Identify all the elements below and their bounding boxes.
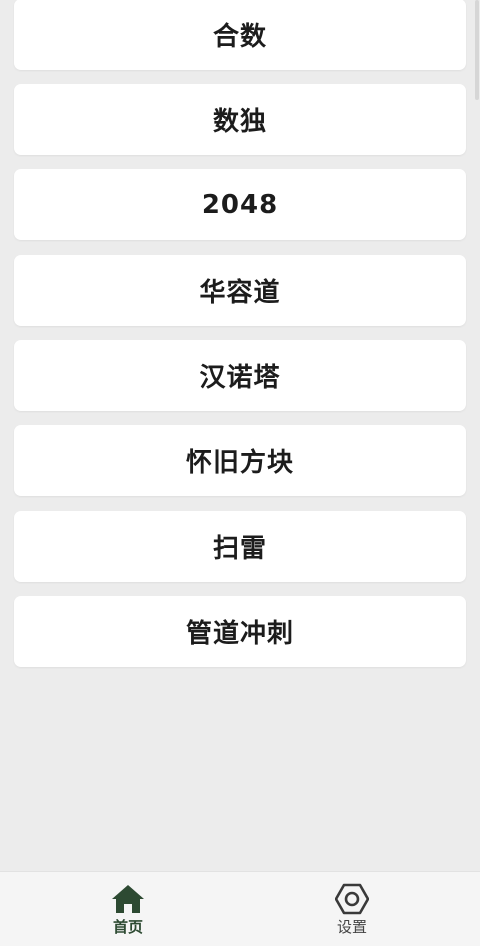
tab-settings[interactable]: 设置: [312, 882, 392, 942]
game-card-pipe-dash[interactable]: 管道冲刺: [14, 596, 466, 667]
game-card-label: 数独: [212, 107, 267, 137]
home-icon: [111, 882, 145, 916]
bottom-tab-bar: 首页 设置: [0, 871, 480, 946]
game-card-label: 2048: [201, 189, 279, 220]
game-card-minesweeper[interactable]: 扫雷: [14, 511, 466, 582]
game-card-huarongdao[interactable]: 华容道: [14, 255, 466, 326]
game-card-label: 华容道: [199, 278, 281, 308]
game-card-hanoi[interactable]: 汉诺塔: [14, 340, 466, 411]
game-card-label: 怀旧方块: [185, 448, 294, 478]
game-card-label: 管道冲刺: [185, 619, 294, 649]
game-card-2048[interactable]: 2048: [14, 169, 466, 240]
game-card-hecshu[interactable]: 合数: [14, 0, 466, 70]
tab-home[interactable]: 首页: [88, 882, 168, 942]
game-card-tetris[interactable]: 怀旧方块: [14, 425, 466, 496]
tab-settings-label: 设置: [336, 918, 367, 936]
game-card-label: 扫雷: [212, 534, 267, 564]
game-card-label: 合数: [212, 22, 267, 52]
scrollbar[interactable]: [475, 0, 479, 100]
tab-home-label: 首页: [112, 918, 143, 936]
settings-icon: [335, 882, 369, 916]
game-card-sudoku[interactable]: 数独: [14, 84, 466, 155]
game-card-label: 汉诺塔: [199, 363, 281, 393]
